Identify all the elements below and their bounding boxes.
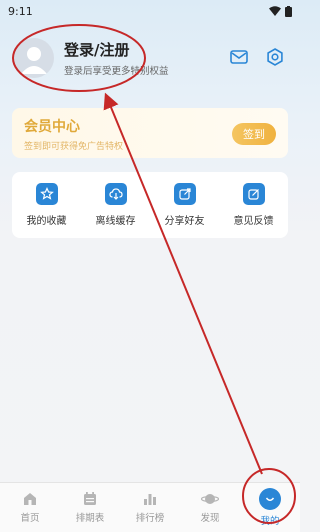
- login-register-title[interactable]: 登录/注册: [64, 39, 169, 60]
- ranking-icon: [144, 494, 156, 505]
- header-actions: [228, 46, 286, 68]
- tab-label-schedule: 排期表: [75, 513, 105, 524]
- vip-center-card[interactable]: 会员中心 签到即可获得免广告特权 签到: [12, 108, 288, 158]
- star-icon: [35, 183, 58, 205]
- login-benefit-subtitle: 登录后享受更多特别权益: [64, 66, 169, 77]
- gear-icon: [267, 48, 283, 66]
- user-icon: [21, 47, 47, 74]
- login-area[interactable]: 登录/注册 登录后享受更多特别权益: [64, 39, 169, 77]
- status-time: 9:11: [8, 4, 33, 18]
- planet-icon: [201, 494, 219, 504]
- menu-item-favorites[interactable]: 我的收藏: [15, 183, 79, 227]
- profile-icon: [259, 488, 281, 510]
- status-bar: 9:11: [0, 0, 300, 22]
- quick-menu: 我的收藏 离线缓存 分享好友 意见反馈: [12, 172, 288, 238]
- profile-header: 登录/注册 登录后享受更多特别权益: [14, 36, 286, 80]
- menu-item-offline-cache[interactable]: 离线缓存: [84, 183, 148, 227]
- share-icon: [173, 183, 196, 205]
- tab-ranking[interactable]: 排行榜: [120, 483, 180, 532]
- mail-icon: [230, 50, 248, 64]
- signin-button[interactable]: 签到: [232, 123, 276, 145]
- status-icons: [269, 5, 292, 17]
- menu-item-share[interactable]: 分享好友: [153, 183, 217, 227]
- calendar-icon: [84, 492, 96, 505]
- menu-label-share: 分享好友: [164, 216, 205, 227]
- battery-icon: [285, 5, 292, 17]
- feedback-icon: [242, 183, 265, 205]
- cloud-download-icon: [104, 183, 127, 205]
- menu-label-offline-cache: 离线缓存: [95, 216, 136, 227]
- home-icon: [24, 493, 36, 505]
- settings-button[interactable]: [264, 46, 286, 68]
- tab-schedule[interactable]: 排期表: [60, 483, 120, 532]
- tab-label-home: 首页: [20, 513, 40, 524]
- tab-home[interactable]: 首页: [0, 483, 60, 532]
- tab-discover[interactable]: 发现: [180, 483, 240, 532]
- tab-label-profile: 我的: [260, 516, 280, 527]
- wifi-icon: [269, 6, 281, 16]
- avatar[interactable]: [14, 38, 54, 78]
- menu-item-feedback[interactable]: 意见反馈: [222, 183, 286, 227]
- bottom-tab-bar: 首页 排期表 排行榜 发现 我的: [0, 482, 300, 532]
- tab-label-ranking: 排行榜: [135, 513, 165, 524]
- tab-label-discover: 发现: [200, 513, 220, 524]
- tab-profile[interactable]: 我的: [240, 483, 300, 532]
- message-button[interactable]: [228, 46, 250, 68]
- menu-label-feedback: 意见反馈: [233, 216, 274, 227]
- menu-label-favorites: 我的收藏: [26, 216, 67, 227]
